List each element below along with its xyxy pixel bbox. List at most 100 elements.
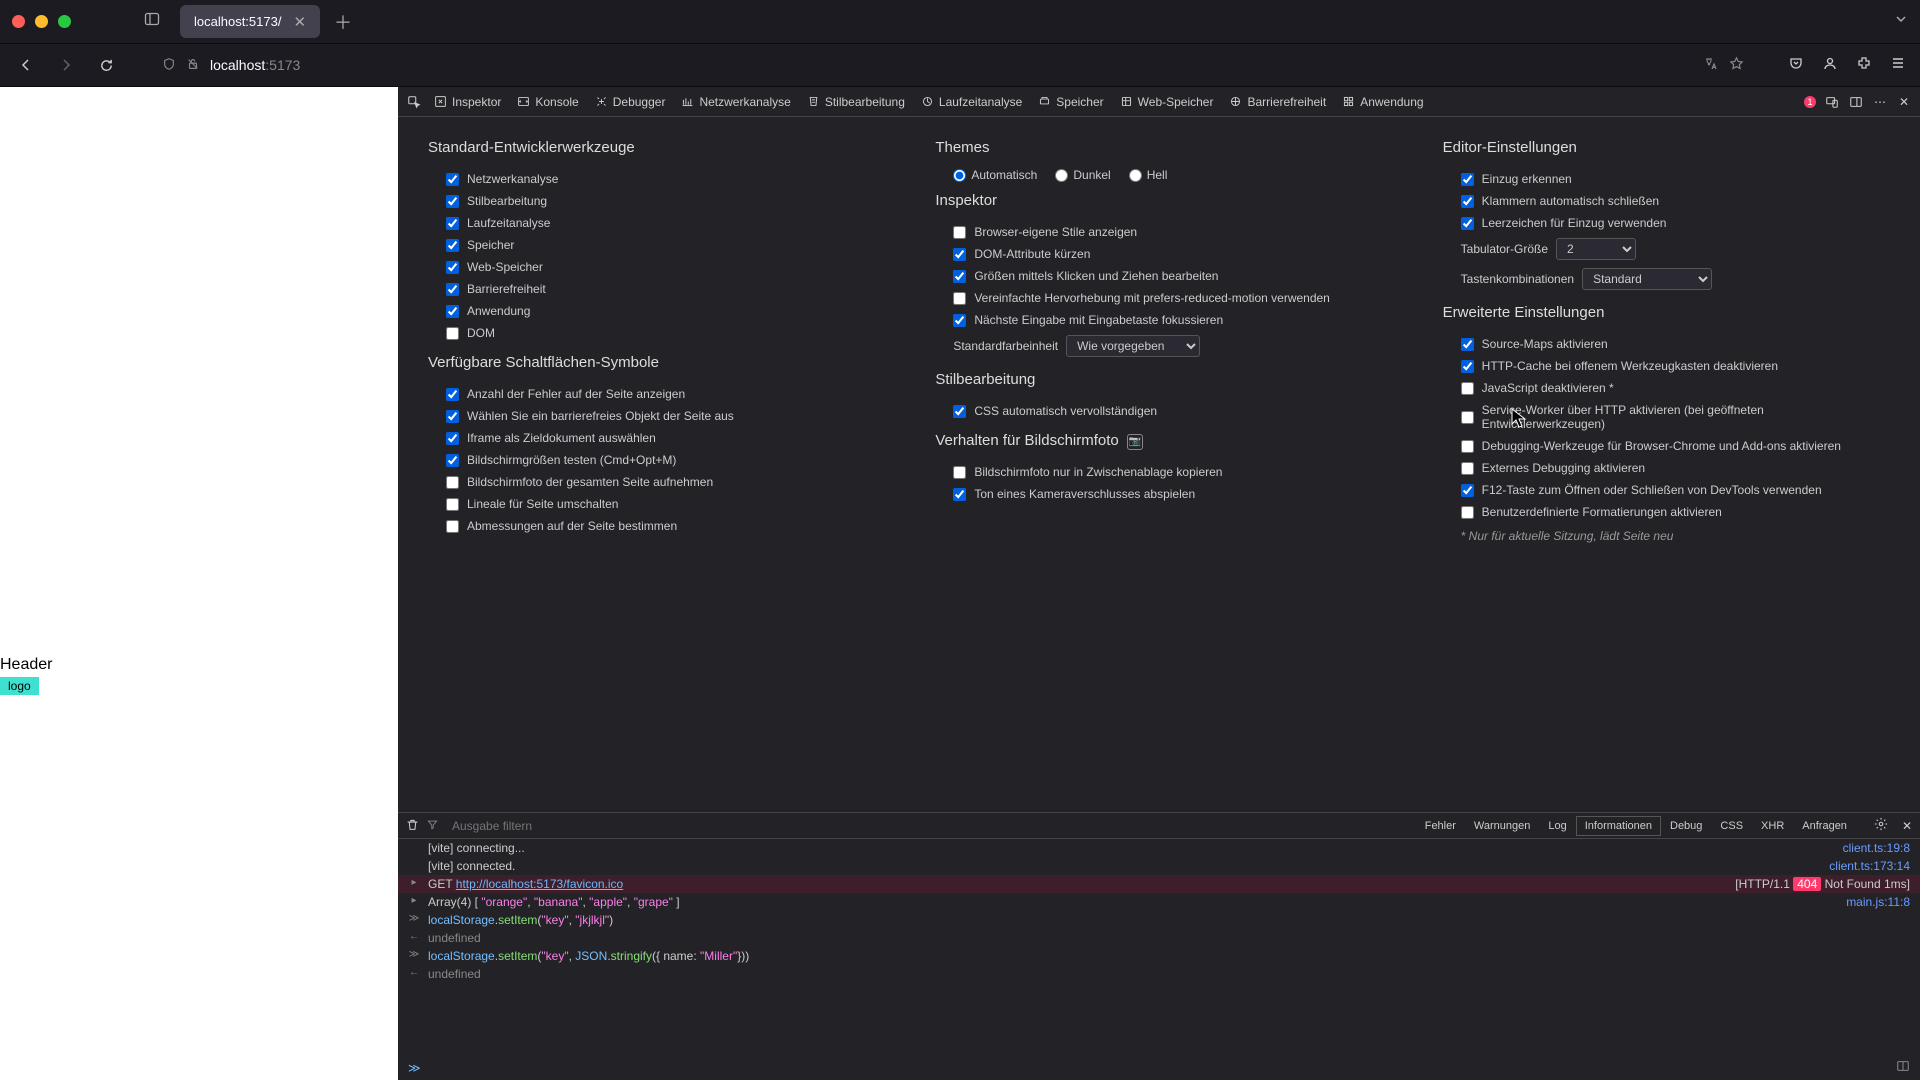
inspector-opt-1[interactable]: DOM-Attribute kürzen bbox=[935, 243, 1382, 265]
inspector-opt-0[interactable]: Browser-eigene Stile anzeigen bbox=[935, 221, 1382, 243]
minimize-window-button[interactable] bbox=[35, 15, 48, 28]
advanced-opt-checkbox-6[interactable] bbox=[1461, 484, 1474, 497]
inspector-opt-3[interactable]: Vereinfachte Hervorhebung mit prefers-re… bbox=[935, 287, 1382, 309]
error-count-badge[interactable]: 1 bbox=[1804, 96, 1816, 108]
advanced-opt-checkbox-2[interactable] bbox=[1461, 382, 1474, 395]
console-settings-icon[interactable] bbox=[1874, 817, 1888, 834]
screenshot-opt-0[interactable]: Bildschirmfoto nur in Zwischenablage kop… bbox=[935, 461, 1382, 483]
inspect-element-icon[interactable] bbox=[406, 94, 422, 110]
toolbar-button-5[interactable]: Lineale für Seite umschalten bbox=[428, 493, 875, 515]
screenshot-opt-1[interactable]: Ton eines Kameraverschlusses abspielen bbox=[935, 483, 1382, 505]
pocket-icon[interactable] bbox=[1786, 55, 1806, 76]
inspector-opt-checkbox-0[interactable] bbox=[953, 226, 966, 239]
editor-opt-0[interactable]: Einzug erkennen bbox=[1443, 168, 1890, 190]
advanced-opt-checkbox-0[interactable] bbox=[1461, 338, 1474, 351]
devtools-tab-laufzeitanalyse[interactable]: Laufzeitanalyse bbox=[913, 87, 1030, 117]
advanced-opt-6[interactable]: F12-Taste zum Öffnen oder Schließen von … bbox=[1443, 479, 1890, 501]
maximize-window-button[interactable] bbox=[58, 15, 71, 28]
devtools-tab-barrierefreiheit[interactable]: Barrierefreiheit bbox=[1221, 87, 1334, 117]
account-icon[interactable] bbox=[1820, 55, 1840, 76]
keybind-select[interactable]: Standard bbox=[1582, 268, 1712, 290]
default-tool-checkbox-3[interactable] bbox=[446, 239, 459, 252]
toolbar-button-1[interactable]: Wählen Sie ein barrierefreies Objekt der… bbox=[428, 405, 875, 427]
url-bar[interactable]: localhost:5173 bbox=[152, 49, 1754, 81]
advanced-opt-7[interactable]: Benutzerdefinierte Formatierungen aktivi… bbox=[1443, 501, 1890, 523]
default-tool-4[interactable]: Web-Speicher bbox=[428, 256, 875, 278]
devtools-tab-anwendung[interactable]: Anwendung bbox=[1334, 87, 1431, 117]
theme-light-radio[interactable]: Hell bbox=[1129, 168, 1168, 182]
default-tool-checkbox-6[interactable] bbox=[446, 305, 459, 318]
inspector-opt-checkbox-4[interactable] bbox=[953, 314, 966, 327]
devtools-tab-stilbearbeitung[interactable]: Stilbearbeitung bbox=[799, 87, 913, 117]
sidebar-toggle-icon[interactable] bbox=[144, 11, 160, 32]
advanced-opt-2[interactable]: JavaScript deaktivieren * bbox=[1443, 377, 1890, 399]
toolbar-button-checkbox-6[interactable] bbox=[446, 520, 459, 533]
tabs-dropdown-icon[interactable] bbox=[1894, 12, 1908, 31]
extensions-icon[interactable] bbox=[1854, 55, 1874, 76]
default-tool-checkbox-1[interactable] bbox=[446, 195, 459, 208]
kebab-menu-icon[interactable]: ⋯ bbox=[1872, 94, 1888, 110]
default-tool-3[interactable]: Speicher bbox=[428, 234, 875, 256]
screenshot-opt-checkbox-0[interactable] bbox=[953, 466, 966, 479]
default-tool-checkbox-2[interactable] bbox=[446, 217, 459, 230]
devtools-tab-konsole[interactable]: Konsole bbox=[509, 87, 586, 117]
advanced-opt-checkbox-1[interactable] bbox=[1461, 360, 1474, 373]
responsive-mode-icon[interactable] bbox=[1824, 94, 1840, 110]
new-tab-button[interactable]: ＋ bbox=[334, 9, 352, 35]
close-devtools-icon[interactable]: ✕ bbox=[1896, 94, 1912, 110]
console-filter-input[interactable] bbox=[446, 817, 646, 835]
advanced-opt-checkbox-4[interactable] bbox=[1461, 440, 1474, 453]
default-tool-7[interactable]: DOM bbox=[428, 322, 875, 344]
editor-opt-checkbox-1[interactable] bbox=[1461, 195, 1474, 208]
inspector-opt-4[interactable]: Nächste Eingabe mit Eingabetaste fokussi… bbox=[935, 309, 1382, 331]
console-filter-informationen[interactable]: Informationen bbox=[1576, 816, 1661, 836]
console-filter-xhr[interactable]: XHR bbox=[1752, 816, 1793, 836]
advanced-opt-checkbox-5[interactable] bbox=[1461, 462, 1474, 475]
default-tool-2[interactable]: Laufzeitanalyse bbox=[428, 212, 875, 234]
toolbar-button-checkbox-2[interactable] bbox=[446, 432, 459, 445]
devtools-tab-debugger[interactable]: Debugger bbox=[587, 87, 674, 117]
default-tool-checkbox-0[interactable] bbox=[446, 173, 459, 186]
reload-button[interactable] bbox=[92, 51, 120, 79]
browser-tab[interactable]: localhost:5173/ ✕ bbox=[180, 5, 320, 38]
shield-icon[interactable] bbox=[162, 57, 176, 74]
inspector-opt-2[interactable]: Größen mittels Klicken und Ziehen bearbe… bbox=[935, 265, 1382, 287]
style-opt-checkbox-0[interactable] bbox=[953, 405, 966, 418]
editor-opt-checkbox-2[interactable] bbox=[1461, 217, 1474, 230]
toolbar-button-3[interactable]: Bildschirmgrößen testen (Cmd+Opt+M) bbox=[428, 449, 875, 471]
default-tool-6[interactable]: Anwendung bbox=[428, 300, 875, 322]
close-split-icon[interactable]: ✕ bbox=[1902, 819, 1912, 833]
console-filter-fehler[interactable]: Fehler bbox=[1416, 816, 1465, 836]
default-tool-1[interactable]: Stilbearbeitung bbox=[428, 190, 875, 212]
close-window-button[interactable] bbox=[12, 15, 25, 28]
color-unit-select[interactable]: Wie vorgegeben bbox=[1066, 335, 1200, 357]
inspector-opt-checkbox-3[interactable] bbox=[953, 292, 966, 305]
theme-auto-radio[interactable]: Automatisch bbox=[953, 168, 1037, 182]
theme-dark-radio[interactable]: Dunkel bbox=[1055, 168, 1110, 182]
default-tool-5[interactable]: Barrierefreiheit bbox=[428, 278, 875, 300]
advanced-opt-3[interactable]: Service-Worker über HTTP aktivieren (bei… bbox=[1443, 399, 1890, 435]
devtools-tab-speicher[interactable]: Speicher bbox=[1030, 87, 1111, 117]
advanced-opt-checkbox-7[interactable] bbox=[1461, 506, 1474, 519]
console-input[interactable] bbox=[429, 1061, 1888, 1075]
default-tool-0[interactable]: Netzwerkanalyse bbox=[428, 168, 875, 190]
editor-opt-checkbox-0[interactable] bbox=[1461, 173, 1474, 186]
advanced-opt-1[interactable]: HTTP-Cache bei offenem Werkzeugkasten de… bbox=[1443, 355, 1890, 377]
filter-funnel-icon[interactable] bbox=[427, 819, 438, 833]
toolbar-button-checkbox-4[interactable] bbox=[446, 476, 459, 489]
advanced-opt-5[interactable]: Externes Debugging aktivieren bbox=[1443, 457, 1890, 479]
inspector-opt-checkbox-2[interactable] bbox=[953, 270, 966, 283]
toolbar-button-checkbox-3[interactable] bbox=[446, 454, 459, 467]
split-console-icon[interactable] bbox=[1896, 1059, 1910, 1076]
console-filter-warnungen[interactable]: Warnungen bbox=[1465, 816, 1539, 836]
console-filter-anfragen[interactable]: Anfragen bbox=[1793, 816, 1856, 836]
console-filter-debug[interactable]: Debug bbox=[1661, 816, 1711, 836]
advanced-opt-checkbox-3[interactable] bbox=[1461, 411, 1474, 424]
devtools-tab-netzwerkanalyse[interactable]: Netzwerkanalyse bbox=[673, 87, 798, 117]
translate-icon[interactable] bbox=[1703, 56, 1719, 75]
editor-opt-1[interactable]: Klammern automatisch schließen bbox=[1443, 190, 1890, 212]
forward-button[interactable] bbox=[52, 51, 80, 79]
toolbar-button-0[interactable]: Anzahl der Fehler auf der Seite anzeigen bbox=[428, 383, 875, 405]
toolbar-button-checkbox-0[interactable] bbox=[446, 388, 459, 401]
style-opt-0[interactable]: CSS automatisch vervollständigen bbox=[935, 400, 1382, 422]
